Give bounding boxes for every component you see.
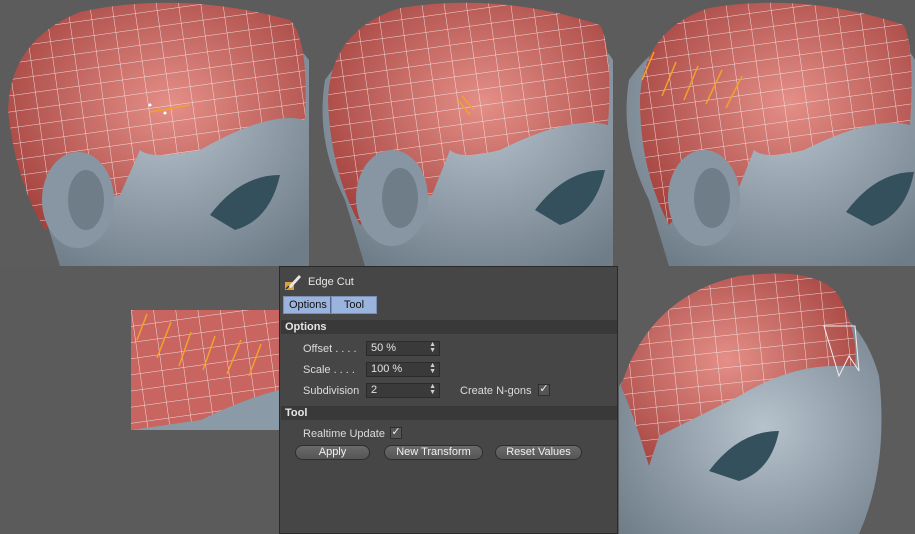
realtime-update-label: Realtime Update: [303, 428, 385, 440]
viewport-2[interactable]: [310, 0, 613, 266]
viewport-5[interactable]: [619, 266, 915, 534]
scale-label: Scale . . . .: [303, 364, 355, 376]
create-ngons-checkbox[interactable]: ✓: [538, 384, 550, 396]
tab-tool[interactable]: Tool: [331, 296, 377, 314]
scale-field[interactable]: 100 % ▲ ▼: [366, 362, 440, 377]
new-transform-button[interactable]: New Transform: [384, 445, 483, 460]
spinner-arrows-icon[interactable]: ▲ ▼: [429, 383, 436, 396]
knife-tool-icon: [285, 275, 301, 290]
head-render-3: [626, 2, 915, 266]
panel-title: Edge Cut: [308, 276, 354, 288]
options-section-header: Options: [281, 320, 617, 334]
subdivision-field[interactable]: 2 ▲ ▼: [366, 383, 440, 398]
tool-section-header: Tool: [281, 406, 617, 420]
apply-button[interactable]: Apply: [295, 445, 370, 460]
tab-bar: Options Tool: [283, 296, 377, 314]
tab-options[interactable]: Options: [283, 296, 331, 314]
scale-value: 100 %: [371, 363, 403, 375]
head-render-1: [8, 2, 309, 266]
subdivision-value: 2: [371, 384, 378, 396]
panel-title-row: Edge Cut: [284, 273, 354, 291]
offset-field[interactable]: 50 % ▲ ▼: [366, 341, 440, 356]
spinner-arrows-icon[interactable]: ▲ ▼: [429, 362, 436, 375]
head-render-2: [322, 2, 613, 266]
head-render-crop: [131, 310, 279, 430]
offset-label: Offset . . . .: [303, 343, 357, 355]
realtime-update-checkbox[interactable]: ✓: [390, 427, 402, 439]
reset-values-button[interactable]: Reset Values: [495, 445, 582, 460]
viewport-1[interactable]: [0, 0, 309, 266]
viewport-3[interactable]: [614, 0, 915, 266]
create-ngons-label: Create N-gons: [460, 385, 532, 397]
head-render-5: [619, 273, 882, 534]
subdivision-label: Subdivision: [303, 385, 360, 397]
viewport-crop[interactable]: [131, 310, 279, 430]
edge-cut-panel: Edge Cut Options Tool Options Offset . .…: [279, 266, 618, 534]
offset-value: 50 %: [371, 342, 397, 354]
spinner-arrows-icon[interactable]: ▲ ▼: [429, 341, 436, 354]
